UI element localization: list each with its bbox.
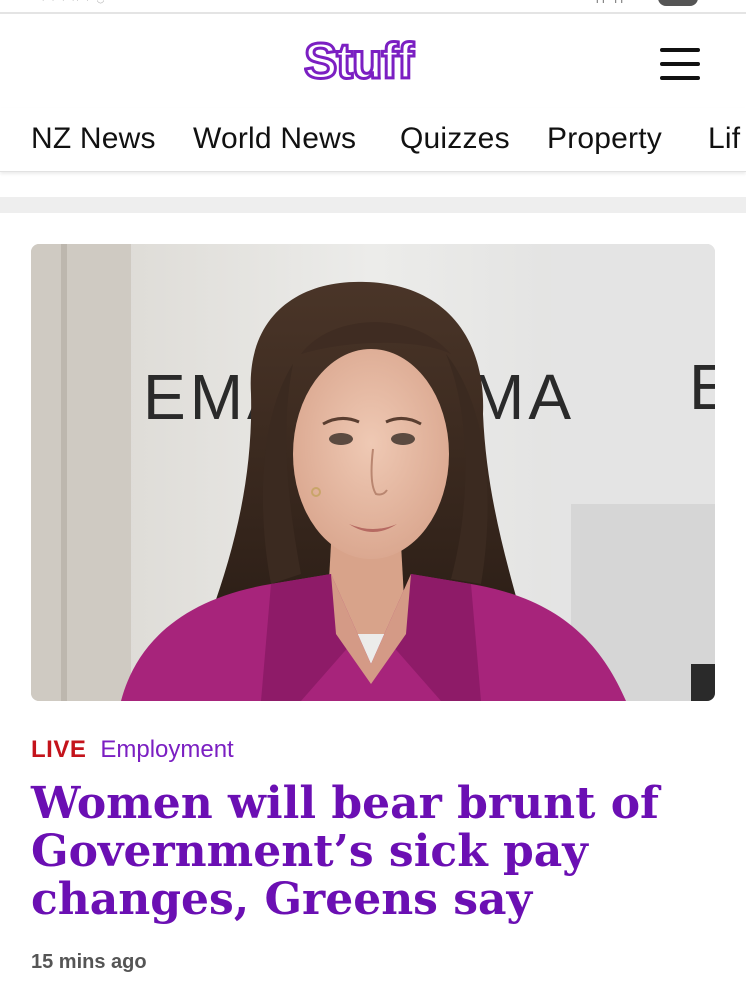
nav-item-nz-news[interactable]: NZ News	[31, 122, 156, 156]
svg-text:E: E	[689, 351, 715, 423]
section-nav: NZ News World News Quizzes Property Lif	[0, 108, 746, 172]
topic-link[interactable]: Employment	[100, 736, 233, 763]
nav-item-world-news[interactable]: World News	[193, 122, 356, 156]
site-header: Stuff	[0, 16, 746, 108]
signal-icon: ıl ıl	[596, 0, 626, 6]
stuff-logo[interactable]: Stuff	[304, 36, 444, 88]
nav-item-property[interactable]: Property	[547, 122, 662, 156]
nav-item-quizzes[interactable]: Quizzes	[400, 122, 510, 156]
live-badge: LIVE	[31, 736, 87, 763]
section-divider	[0, 197, 746, 213]
article-hero-image[interactable]: EMA MA E	[31, 244, 715, 701]
svg-text:Stuff: Stuff	[304, 36, 414, 88]
article-meta: LIVE Employment	[31, 736, 234, 768]
hamburger-menu-icon[interactable]	[656, 40, 704, 88]
article-photo: EMA MA E	[31, 244, 715, 701]
nav-item-lifestyle[interactable]: Lif	[708, 122, 740, 156]
svg-text:MA: MA	[471, 361, 575, 433]
article-headline[interactable]: Women will bear brunt of Government’s si…	[31, 780, 721, 924]
status-icons-left: ◠ ◠◠ ◌	[42, 0, 107, 8]
article-timestamp: 15 mins ago	[31, 951, 147, 973]
status-bar: ◠ ◠◠ ◌ ıl ıl	[0, 0, 746, 14]
battery-icon	[658, 0, 698, 6]
